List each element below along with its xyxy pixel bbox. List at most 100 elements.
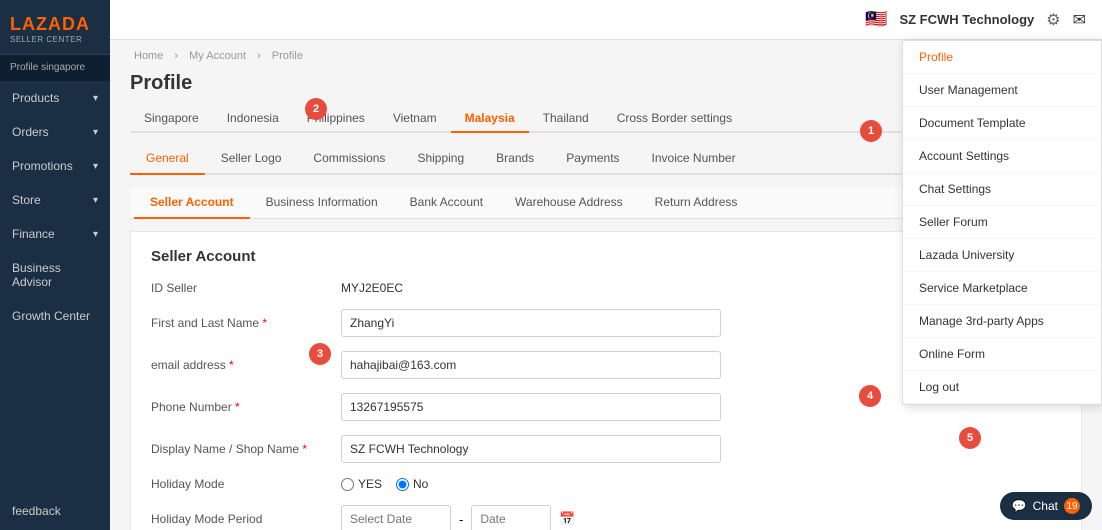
dropdown-item-document-template[interactable]: Document Template bbox=[903, 107, 1101, 140]
sidebar: LAZADA SELLER CENTER Profile singapore P… bbox=[0, 0, 110, 530]
chat-badge: 19 bbox=[1064, 498, 1080, 514]
sidebar-item-growth-center[interactable]: Growth Center bbox=[0, 299, 110, 333]
sidebar-item-finance[interactable]: Finance ▾ bbox=[0, 217, 110, 251]
required-indicator: * bbox=[229, 358, 234, 372]
chevron-down-icon: ▾ bbox=[93, 93, 98, 104]
breadcrumb-my-account[interactable]: My Account bbox=[189, 50, 246, 62]
tab-payments[interactable]: Payments bbox=[550, 143, 635, 175]
chevron-down-icon: ▾ bbox=[93, 161, 98, 172]
breadcrumb-separator: › bbox=[174, 50, 178, 62]
sidebar-item-label: Business Advisor bbox=[12, 261, 98, 289]
dropdown-item-manage-apps[interactable]: Manage 3rd-party Apps bbox=[903, 305, 1101, 338]
label-holiday-mode: Holiday Mode bbox=[151, 477, 331, 491]
flag-icon: 🇲🇾 bbox=[865, 9, 887, 30]
sidebar-item-promotions[interactable]: Promotions ▾ bbox=[0, 149, 110, 183]
annotation-3: 3 bbox=[309, 343, 331, 365]
tab-malaysia[interactable]: Malaysia bbox=[451, 105, 529, 133]
tab-commissions[interactable]: Commissions bbox=[297, 143, 401, 175]
dropdown-item-seller-forum[interactable]: Seller Forum bbox=[903, 206, 1101, 239]
sidebar-item-orders[interactable]: Orders ▾ bbox=[0, 115, 110, 149]
username-label: SZ FCWH Technology bbox=[899, 12, 1034, 27]
label-phone: Phone Number * bbox=[151, 400, 331, 414]
chat-label: Chat bbox=[1033, 499, 1058, 513]
subtab-seller-account[interactable]: Seller Account bbox=[134, 187, 250, 219]
subtab-bank-account[interactable]: Bank Account bbox=[394, 187, 499, 219]
radio-no[interactable]: No bbox=[396, 477, 428, 491]
breadcrumb-home[interactable]: Home bbox=[134, 50, 163, 62]
mail-icon[interactable]: ✉ bbox=[1073, 10, 1086, 30]
radio-yes-label: YES bbox=[358, 477, 382, 491]
label-holiday-period: Holiday Mode Period bbox=[151, 512, 331, 526]
subtab-return-address[interactable]: Return Address bbox=[639, 187, 754, 219]
seller-center-text: SELLER CENTER bbox=[10, 35, 100, 44]
label-name: First and Last Name * bbox=[151, 316, 331, 330]
radio-no-label: No bbox=[413, 477, 428, 491]
tab-invoice-number[interactable]: Invoice Number bbox=[636, 143, 752, 175]
breadcrumb-separator: › bbox=[257, 50, 261, 62]
radio-yes[interactable]: YES bbox=[341, 477, 382, 491]
date-separator: - bbox=[459, 512, 463, 527]
dropdown-item-service-marketplace[interactable]: Service Marketplace bbox=[903, 272, 1101, 305]
tab-cross-border[interactable]: Cross Border settings bbox=[603, 105, 746, 133]
form-row-holiday-period: Holiday Mode Period - 📅 bbox=[151, 505, 1061, 530]
date-range-wrapper: - 📅 bbox=[341, 505, 576, 530]
tab-thailand[interactable]: Thailand bbox=[529, 105, 603, 133]
input-date-end[interactable] bbox=[471, 505, 551, 530]
tab-shipping[interactable]: Shipping bbox=[401, 143, 480, 175]
label-id-seller: ID Seller bbox=[151, 281, 331, 295]
radio-yes-input[interactable] bbox=[341, 478, 354, 491]
input-email[interactable] bbox=[341, 351, 721, 379]
lazada-logo-text: LAZADA bbox=[10, 14, 100, 35]
dropdown-item-user-management[interactable]: User Management bbox=[903, 74, 1101, 107]
tab-indonesia[interactable]: Indonesia bbox=[213, 105, 293, 133]
gear-icon[interactable]: ⚙ bbox=[1046, 10, 1060, 30]
topbar: 🇲🇾 SZ FCWH Technology ⚙ ✉ bbox=[110, 0, 1102, 40]
required-indicator: * bbox=[235, 400, 240, 414]
chevron-down-icon: ▾ bbox=[93, 195, 98, 206]
tab-seller-logo[interactable]: Seller Logo bbox=[205, 143, 298, 175]
input-phone[interactable] bbox=[341, 393, 721, 421]
annotation-1: 1 bbox=[860, 120, 882, 142]
required-indicator: * bbox=[302, 442, 307, 456]
calendar-icon[interactable]: 📅 bbox=[559, 511, 575, 527]
tab-singapore[interactable]: Singapore bbox=[130, 105, 213, 133]
sidebar-item-label: Orders bbox=[12, 125, 49, 139]
input-date-start[interactable] bbox=[341, 505, 451, 530]
form-row-display-name: Display Name / Shop Name * 5 bbox=[151, 435, 1061, 463]
tab-brands[interactable]: Brands bbox=[480, 143, 550, 175]
sidebar-item-label: Promotions bbox=[12, 159, 73, 173]
tab-vietnam[interactable]: Vietnam bbox=[379, 105, 451, 133]
sidebar-item-label: Store bbox=[12, 193, 41, 207]
required-indicator: * bbox=[262, 316, 267, 330]
subtab-business-information[interactable]: Business Information bbox=[250, 187, 394, 219]
dropdown-item-chat-settings[interactable]: Chat Settings bbox=[903, 173, 1101, 206]
subtab-warehouse-address[interactable]: Warehouse Address bbox=[499, 187, 639, 219]
dropdown-menu: Profile User Management Document Templat… bbox=[902, 40, 1102, 405]
dropdown-item-lazada-university[interactable]: Lazada University bbox=[903, 239, 1101, 272]
form-row-holiday-mode: Holiday Mode YES No bbox=[151, 477, 1061, 491]
dropdown-item-profile[interactable]: Profile bbox=[903, 41, 1101, 74]
chevron-down-icon: ▾ bbox=[93, 127, 98, 138]
annotation-2: 2 bbox=[305, 98, 327, 120]
sidebar-item-label: Growth Center bbox=[12, 309, 90, 323]
sidebar-item-store[interactable]: Store ▾ bbox=[0, 183, 110, 217]
sidebar-item-label: Products bbox=[12, 91, 59, 105]
sidebar-item-business-advisor[interactable]: Business Advisor bbox=[0, 251, 110, 299]
sidebar-item-products[interactable]: Products ▾ bbox=[0, 81, 110, 115]
radio-no-input[interactable] bbox=[396, 478, 409, 491]
dropdown-item-logout[interactable]: Log out bbox=[903, 371, 1101, 404]
breadcrumb-profile: Profile bbox=[272, 50, 303, 62]
sidebar-feedback[interactable]: feedback bbox=[0, 492, 110, 530]
radio-group-holiday: YES No bbox=[341, 477, 428, 491]
tab-general[interactable]: General bbox=[130, 143, 205, 175]
chat-widget[interactable]: 💬 Chat 19 bbox=[1000, 492, 1092, 520]
annotation-4: 4 bbox=[859, 385, 881, 407]
input-name[interactable] bbox=[341, 309, 721, 337]
dropdown-item-account-settings[interactable]: Account Settings bbox=[903, 140, 1101, 173]
sidebar-profile-note: Profile singapore bbox=[0, 55, 110, 81]
dropdown-item-online-form[interactable]: Online Form bbox=[903, 338, 1101, 371]
sidebar-item-label: Finance bbox=[12, 227, 55, 241]
input-display-name[interactable] bbox=[341, 435, 721, 463]
chat-icon: 💬 bbox=[1012, 499, 1027, 513]
label-email: email address * bbox=[151, 358, 331, 372]
